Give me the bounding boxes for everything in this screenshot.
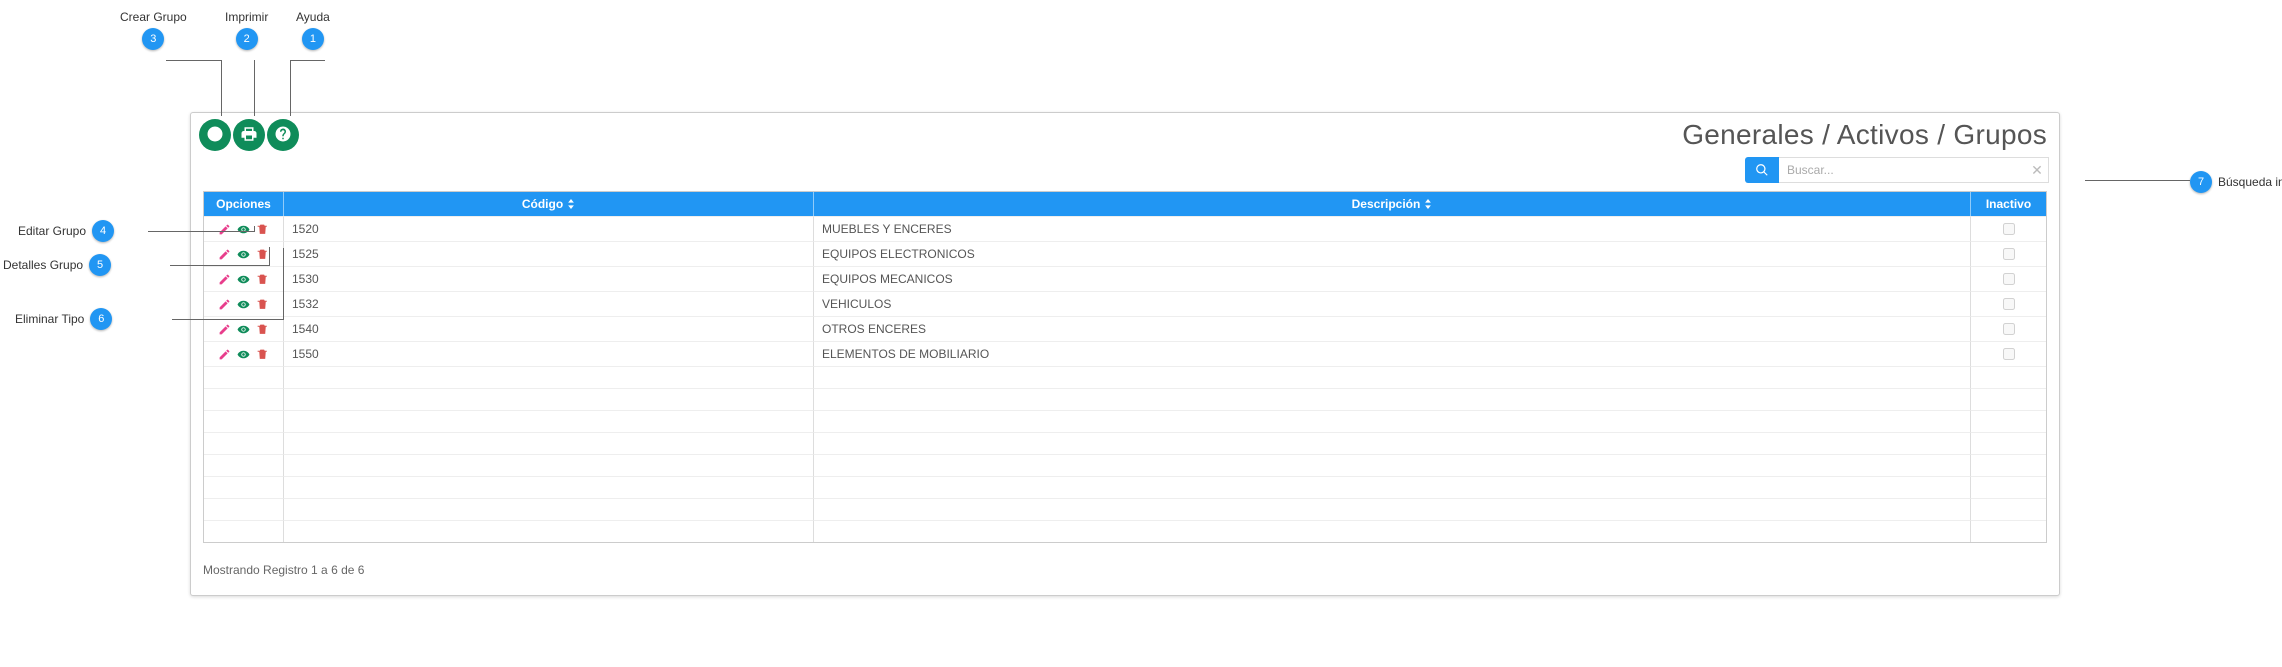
cell-inactivo <box>1971 266 2046 291</box>
cell-descripcion: VEHICULOS <box>814 291 1971 316</box>
plus-icon <box>206 125 224 146</box>
inactive-checkbox <box>2003 248 2015 260</box>
table-row: 1525EQUIPOS ELECTRONICOS <box>204 241 2046 266</box>
cell-codigo: 1520 <box>284 216 814 241</box>
help-button[interactable] <box>267 119 299 151</box>
cell-inactivo <box>1971 216 2046 241</box>
callout-busqueda: 7 Búsqueda interactiva <box>2190 171 2282 193</box>
edit-row-button[interactable] <box>218 248 231 261</box>
edit-row-button[interactable] <box>218 298 231 311</box>
search-clear-button[interactable]: ✕ <box>2027 157 2047 183</box>
sort-icon <box>567 199 575 209</box>
table-row-empty <box>204 520 2046 542</box>
cell-codigo: 1525 <box>284 241 814 266</box>
delete-row-button[interactable] <box>256 273 269 286</box>
panel-header: Generales / Activos / Grupos <box>191 113 2059 153</box>
cell-inactivo <box>1971 241 2046 266</box>
cell-codigo: 1532 <box>284 291 814 316</box>
view-row-button[interactable] <box>237 223 250 236</box>
grid-header: Opciones Código Descripción Inactivo <box>204 192 2046 216</box>
record-count-footer: Mostrando Registro 1 a 6 de 6 <box>191 543 2059 577</box>
cell-descripcion: EQUIPOS MECANICOS <box>814 266 1971 291</box>
cell-codigo: 1530 <box>284 266 814 291</box>
table-row: 1540OTROS ENCERES <box>204 316 2046 341</box>
column-header-opciones: Opciones <box>204 192 284 216</box>
view-row-button[interactable] <box>237 273 250 286</box>
delete-row-button[interactable] <box>256 348 269 361</box>
callout-eliminar-tipo: Eliminar Tipo 6 <box>15 308 112 330</box>
cell-descripcion: MUEBLES Y ENCERES <box>814 216 1971 241</box>
callout-editar-grupo: Editar Grupo 4 <box>18 220 114 242</box>
column-header-codigo[interactable]: Código <box>284 192 814 216</box>
inactive-checkbox <box>2003 273 2015 285</box>
inactive-checkbox <box>2003 323 2015 335</box>
table-row-empty <box>204 432 2046 454</box>
inactive-checkbox <box>2003 223 2015 235</box>
delete-row-button[interactable] <box>256 223 269 236</box>
table-row-empty <box>204 476 2046 498</box>
cell-descripcion: EQUIPOS ELECTRONICOS <box>814 241 1971 266</box>
view-row-button[interactable] <box>237 248 250 261</box>
inactive-checkbox <box>2003 348 2015 360</box>
sort-icon <box>1424 199 1432 209</box>
table-row-empty <box>204 498 2046 520</box>
cell-descripcion: OTROS ENCERES <box>814 316 1971 341</box>
column-header-descripcion[interactable]: Descripción <box>814 192 1971 216</box>
close-icon: ✕ <box>2031 163 2043 177</box>
searchbar: ✕ <box>191 153 2059 191</box>
print-icon <box>240 125 258 146</box>
cell-inactivo <box>1971 341 2046 366</box>
callout-ayuda: Ayuda 1 <box>296 10 330 50</box>
breadcrumb: Generales / Activos / Grupos <box>1682 119 2047 151</box>
edit-row-button[interactable] <box>218 323 231 336</box>
edit-row-button[interactable] <box>218 223 231 236</box>
table-row: 1520MUEBLES Y ENCERES <box>204 216 2046 241</box>
delete-row-button[interactable] <box>256 323 269 336</box>
inactive-checkbox <box>2003 298 2015 310</box>
callout-crear-grupo: Crear Grupo 3 <box>120 10 187 50</box>
table-row: 1532VEHICULOS <box>204 291 2046 316</box>
cell-codigo: 1550 <box>284 341 814 366</box>
table-row: 1530EQUIPOS MECANICOS <box>204 266 2046 291</box>
delete-row-button[interactable] <box>256 298 269 311</box>
data-grid: Opciones Código Descripción Inactivo 152… <box>203 191 2047 543</box>
edit-row-button[interactable] <box>218 273 231 286</box>
edit-row-button[interactable] <box>218 348 231 361</box>
table-row-empty <box>204 410 2046 432</box>
cell-inactivo <box>1971 316 2046 341</box>
table-row-empty <box>204 388 2046 410</box>
question-icon <box>274 125 292 146</box>
delete-row-button[interactable] <box>256 248 269 261</box>
cell-codigo: 1540 <box>284 316 814 341</box>
table-row-empty <box>204 454 2046 476</box>
search-icon <box>1755 163 1769 177</box>
column-header-inactivo: Inactivo <box>1971 192 2046 216</box>
view-row-button[interactable] <box>237 323 250 336</box>
callout-detalles-grupo: Detalles Grupo 5 <box>3 254 111 276</box>
table-row: 1550ELEMENTOS DE MOBILIARIO <box>204 341 2046 366</box>
main-panel: Generales / Activos / Grupos ✕ Opciones … <box>190 112 2060 596</box>
view-row-button[interactable] <box>237 298 250 311</box>
search-button[interactable] <box>1745 157 1779 183</box>
cell-inactivo <box>1971 291 2046 316</box>
search-input[interactable] <box>1779 157 2049 183</box>
create-group-button[interactable] <box>199 119 231 151</box>
callout-imprimir: Imprimir 2 <box>225 10 268 50</box>
view-row-button[interactable] <box>237 348 250 361</box>
cell-descripcion: ELEMENTOS DE MOBILIARIO <box>814 341 1971 366</box>
print-button[interactable] <box>233 119 265 151</box>
table-row-empty <box>204 366 2046 388</box>
toolbar <box>199 119 299 151</box>
